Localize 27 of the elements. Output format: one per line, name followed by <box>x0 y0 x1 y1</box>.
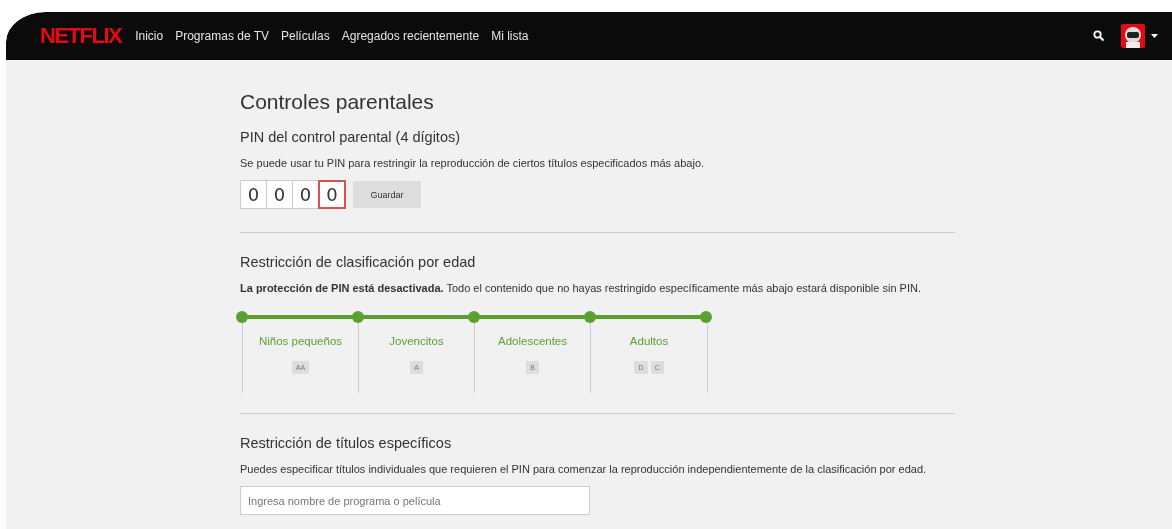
caret-icon[interactable] <box>1151 34 1158 38</box>
titles-description: Puedes especificar títulos individuales que requieren el PIN para comenzar la reproducción independientemente de la clasificación por edad. <box>240 463 928 475</box>
pin-digit-field[interactable]: 0 <box>266 180 293 209</box>
section-heading: PIN del control parental (4 dígitos) <box>240 129 462 145</box>
nav-link[interactable]: Mi lista <box>491 29 529 43</box>
pin-status-notice: La protección de PIN está desactivada. Todo el contenido que no hayas restringido específicamente más abajo estará disponible sin PIN. <box>240 282 922 294</box>
nav-link[interactable]: Películas <box>281 29 330 43</box>
pin-digit-field[interactable]: 0 <box>240 180 267 209</box>
section-heading: Restricción de títulos específicos <box>240 435 453 451</box>
page-title: Controles parentales <box>240 90 435 114</box>
nav-link[interactable]: Agregados recientemente <box>341 29 480 43</box>
nav-link[interactable]: Programas de TV <box>175 29 269 43</box>
level-marker[interactable] <box>352 311 364 323</box>
save-button[interactable]: Guardar <box>353 181 421 208</box>
pin-description: Se puede usar tu PIN para restringir la reproducción de ciertos títulos especificados más abajo. <box>240 157 706 169</box>
profile-avatar-icon[interactable] <box>1121 24 1145 48</box>
level-marker[interactable] <box>700 311 712 323</box>
level-marker[interactable] <box>236 311 248 323</box>
netflix-logo[interactable]: NETFLIX <box>40 23 122 49</box>
pin-digit-field[interactable]: 0 <box>292 180 319 209</box>
section-heading: Restricción de clasificación por edad <box>240 254 477 270</box>
level-marker[interactable] <box>468 311 480 323</box>
title-search-field[interactable]: Ingresa nombre de programa o película <box>240 486 590 515</box>
search-icon[interactable] <box>1093 30 1105 42</box>
nav-link[interactable]: Inicio <box>135 29 164 43</box>
pin-digit-field[interactable]: 0 <box>318 180 346 209</box>
level-marker[interactable] <box>584 311 596 323</box>
